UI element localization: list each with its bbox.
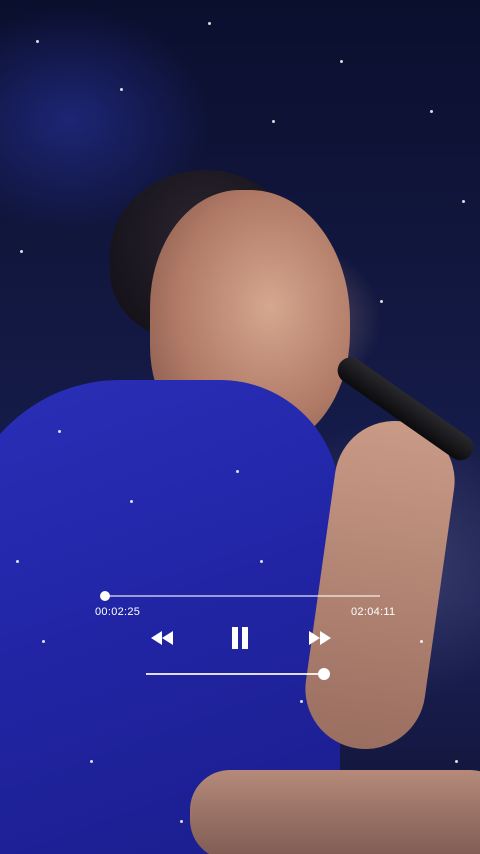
fast-forward-button[interactable] — [308, 628, 332, 648]
pause-icon — [232, 627, 248, 649]
media-player-overlay: 00:02:25 02:04:11 — [0, 0, 480, 854]
volume-track[interactable] — [146, 673, 326, 675]
fast-forward-icon — [309, 631, 331, 645]
progress-thumb[interactable] — [100, 591, 110, 601]
pause-button[interactable] — [228, 626, 252, 650]
elapsed-time: 00:02:25 — [95, 606, 141, 618]
rewind-icon — [151, 631, 173, 645]
volume-thumb[interactable] — [318, 668, 330, 680]
rewind-button[interactable] — [150, 628, 174, 648]
progress-track[interactable] — [104, 595, 380, 597]
total-time: 02:04:11 — [351, 606, 396, 618]
